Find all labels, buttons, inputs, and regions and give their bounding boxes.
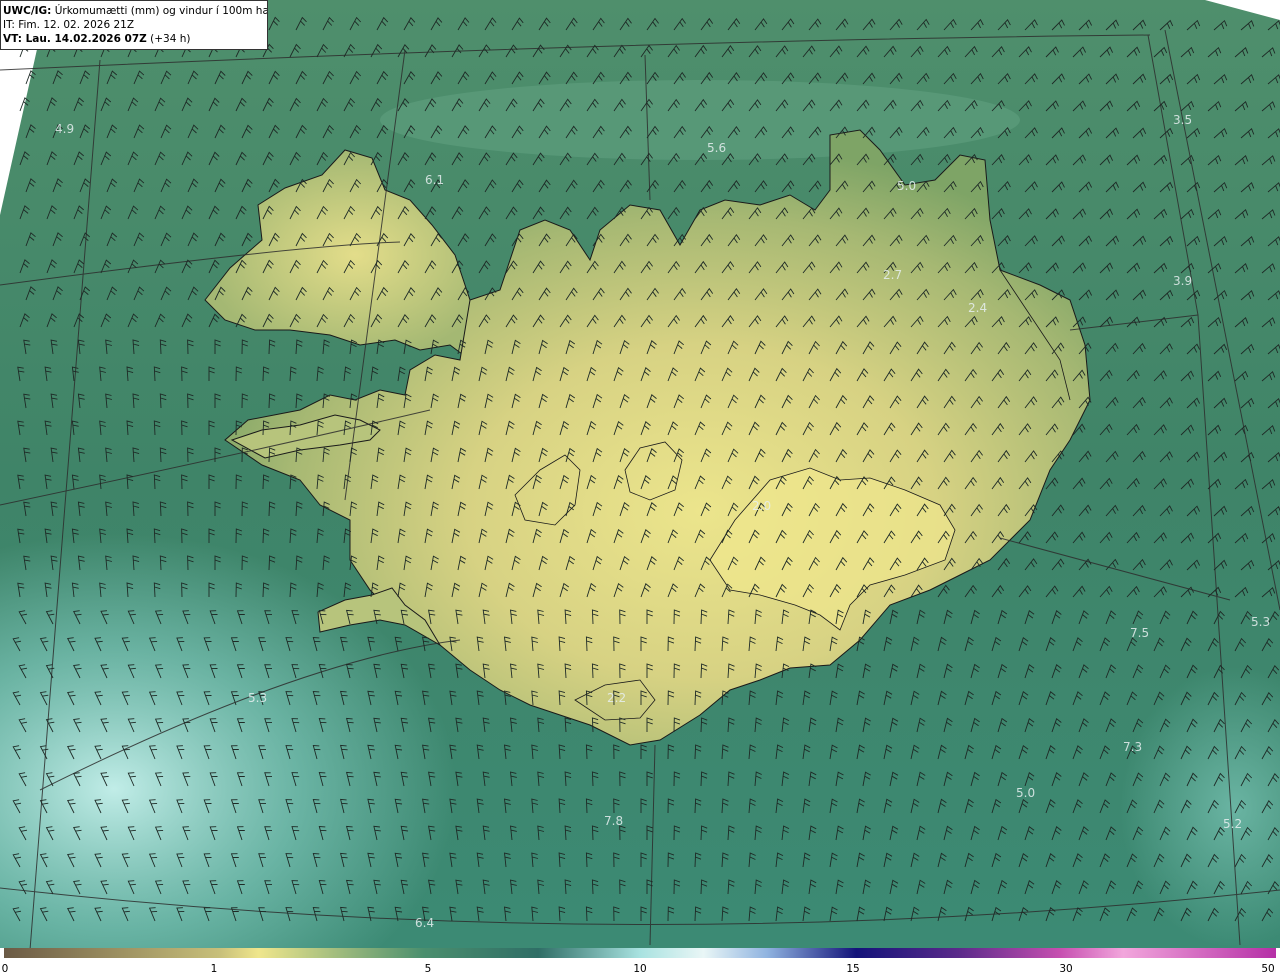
colorbar-tick: 30 <box>1059 963 1073 975</box>
colorbar-tick: 1 <box>210 963 218 975</box>
value-label: 3.9 <box>1173 274 1192 288</box>
value-label: 2.2 <box>607 691 626 705</box>
issue-time: IT: Fim. 12. 02. 2026 21Z <box>3 19 135 31</box>
colorbar-tick: 10 <box>633 963 647 975</box>
value-label: 5.6 <box>707 141 726 155</box>
title-line: UWC/IG: Úrkomumætti (mm) og vindur í 100… <box>3 4 267 18</box>
colorbar <box>4 948 1276 958</box>
value-label: 7.3 <box>1123 740 1142 754</box>
colorbar-tick: 50 <box>1261 963 1275 975</box>
value-label: 4.9 <box>55 122 74 136</box>
lead-time: (+34 h) <box>150 33 191 45</box>
colorbar-tick: 15 <box>846 963 860 975</box>
value-label: 6.4 <box>415 916 434 930</box>
value-label: 5.3 <box>248 691 267 705</box>
weather-map: 4.9 6.1 5.6 5.0 3.5 2.7 2.4 3.9 5.3 7.5 … <box>0 0 1280 948</box>
value-label: 7.8 <box>604 814 623 828</box>
map-title-box: UWC/IG: Úrkomumætti (mm) og vindur í 100… <box>0 0 268 50</box>
value-label: 6.1 <box>425 173 444 187</box>
value-label: 2.7 <box>883 268 902 282</box>
model-name: UWC/IG: <box>3 5 52 17</box>
value-label: 5.0 <box>1016 786 1035 800</box>
value-label: 7.5 <box>1130 626 1149 640</box>
colorbar-tick: 5 <box>424 963 432 975</box>
value-label: 5.3 <box>1251 615 1270 629</box>
valid-time-line: VT: Lau. 14.02.2026 07Z (+34 h) <box>3 32 263 46</box>
valid-time: VT: Lau. 14.02.2026 07Z <box>3 33 147 45</box>
value-label: 3.5 <box>1173 113 1192 127</box>
north-light-band <box>380 80 1020 160</box>
value-label: 2.0 <box>752 499 771 513</box>
colorbar-gradient <box>4 948 1276 958</box>
value-label: 2.4 <box>968 301 987 315</box>
value-label: 5.0 <box>897 179 916 193</box>
field-title: Úrkomumætti (mm) og vindur í 100m hæð <box>54 5 268 17</box>
colorbar-tick: 0 <box>1 963 9 975</box>
value-label: 5.2 <box>1223 817 1242 831</box>
